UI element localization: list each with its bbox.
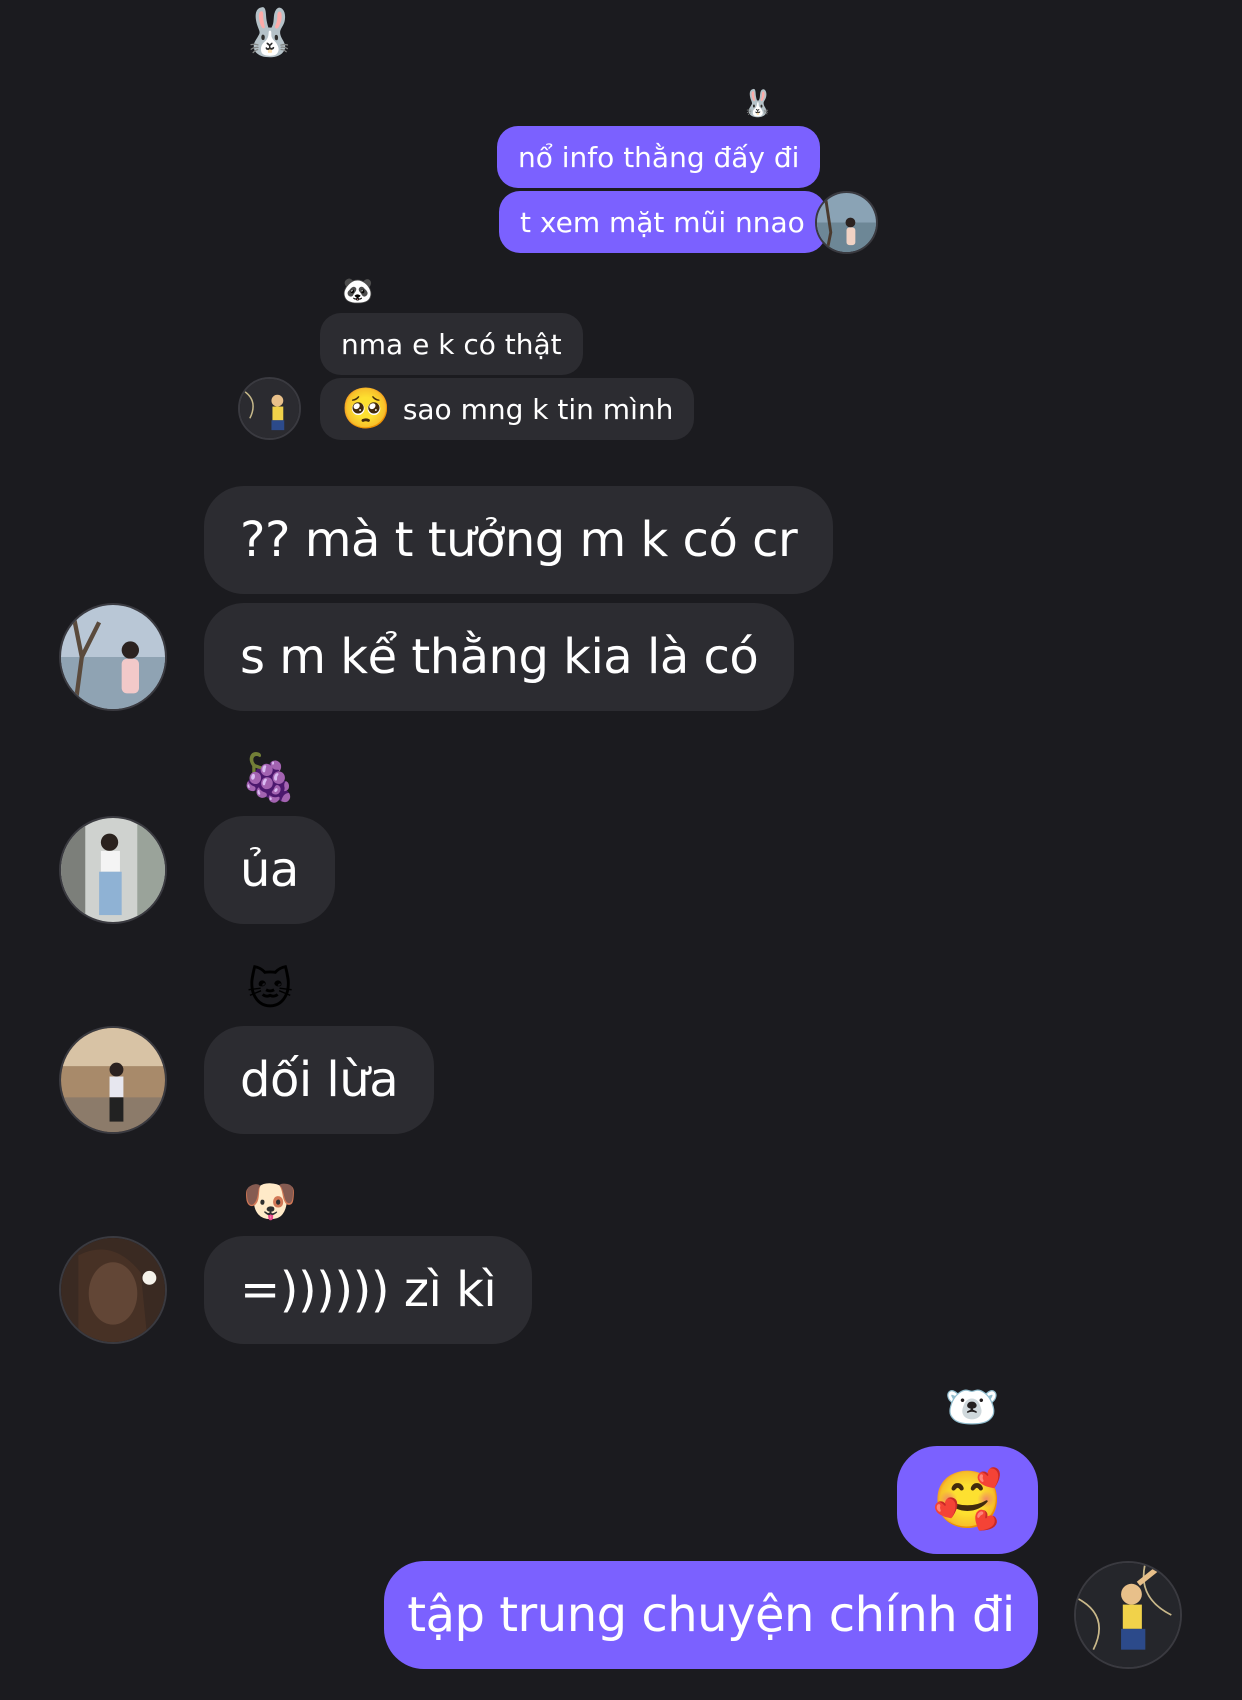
avatar[interactable] <box>59 603 167 711</box>
message-bubble[interactable]: nma e k có thật <box>320 313 583 375</box>
message-text: ủa <box>240 842 299 898</box>
message-text: sao mng k tin mình <box>402 392 674 426</box>
avatar[interactable] <box>59 1026 167 1134</box>
message-text: ?? mà t tưởng m k có cr <box>240 512 798 568</box>
avatar[interactable] <box>815 191 878 254</box>
message-text: t xem mặt mũi nnao <box>520 205 805 239</box>
avatar[interactable] <box>238 377 301 440</box>
message-text: nma e k có thật <box>341 327 562 361</box>
rabbit-sticker-icon: 🐰 <box>241 4 299 59</box>
message-text: s m kể thằng kia là có <box>240 629 759 685</box>
message-text: dối lừa <box>240 1052 399 1108</box>
message-bubble[interactable]: =)))))) zì kì <box>204 1236 533 1344</box>
message-bubble[interactable]: dối lừa <box>204 1026 435 1134</box>
message-text: =)))))) zì kì <box>240 1262 497 1318</box>
message-bubble[interactable]: ?? mà t tưởng m k có cr <box>204 486 834 594</box>
message-bubble[interactable]: s m kể thằng kia là có <box>204 603 795 711</box>
rabbit-badge-icon: 🐰 <box>741 89 775 119</box>
grapes-badge-icon: 🍇 <box>240 749 298 804</box>
polar-bear-badge-icon: 🐻‍❄️ <box>944 1382 1000 1433</box>
avatar[interactable] <box>1074 1561 1182 1669</box>
cat-badge-icon: 🐱 <box>247 963 293 1015</box>
smiling-face-with-hearts-icon: 🥰 <box>932 1468 1003 1533</box>
message-bubble[interactable]: t xem mặt mũi nnao <box>499 191 826 253</box>
message-bubble[interactable]: nổ info thằng đấy đi <box>497 126 821 188</box>
message-bubble[interactable]: tập trung chuyện chính đi <box>384 1561 1038 1669</box>
message-bubble[interactable]: ủa <box>204 816 335 924</box>
avatar[interactable] <box>59 816 167 924</box>
dog-badge-icon: 🐶 <box>242 1176 298 1227</box>
message-text: tập trung chuyện chính đi <box>407 1587 1015 1643</box>
message-text: nổ info thằng đấy đi <box>518 140 800 174</box>
pleading-face-icon: 🥺 <box>341 386 391 432</box>
avatar[interactable] <box>59 1236 167 1344</box>
message-bubble[interactable]: 🥺 sao mng k tin mình <box>320 378 695 440</box>
message-bubble[interactable]: 🥰 <box>897 1446 1038 1554</box>
panda-badge-icon: 🐼 <box>342 276 374 305</box>
